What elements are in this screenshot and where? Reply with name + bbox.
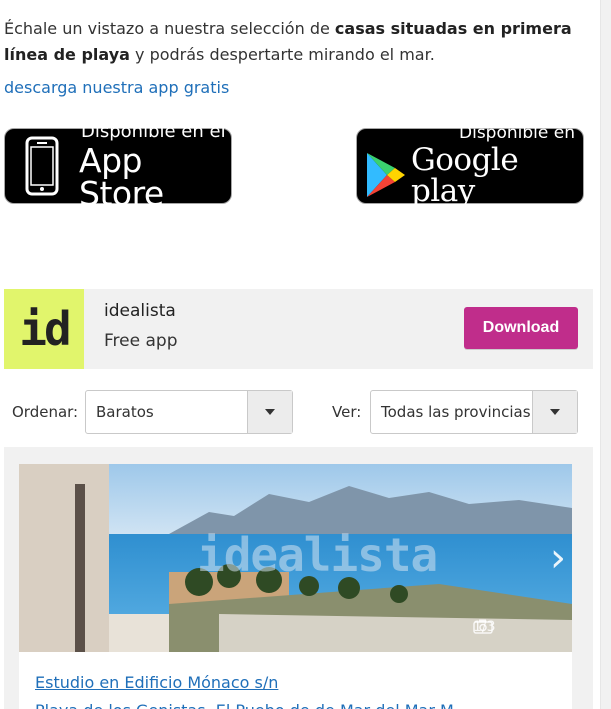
view-select-value: Todas las provincias bbox=[381, 403, 531, 421]
listing-location-link[interactable]: Playa de los Genistas, El Puebo de de Ma… bbox=[35, 701, 454, 709]
google-play-icon bbox=[367, 153, 405, 197]
chevron-down-icon bbox=[265, 409, 275, 415]
photo-watermark: idealista bbox=[197, 528, 438, 582]
intro-text-end: y podrás despertarte mirando el mar. bbox=[129, 45, 435, 64]
order-select-value: Baratos bbox=[96, 403, 154, 421]
phone-icon bbox=[25, 136, 59, 196]
page-scrollbar[interactable] bbox=[600, 0, 611, 709]
logo-text: id bbox=[19, 302, 71, 356]
intro-text: Échale un vistazo a nuestra selección de bbox=[4, 19, 335, 38]
camera-icon bbox=[473, 619, 493, 634]
download-app-link[interactable]: descarga nuestra app gratis bbox=[4, 78, 229, 97]
google-play-small-text: Disponible en bbox=[459, 123, 575, 143]
idealista-logo: id bbox=[4, 289, 84, 369]
app-name: idealista bbox=[104, 301, 176, 321]
google-play-big-text: Google play bbox=[411, 142, 519, 209]
google-play-badge[interactable]: Disponible en Google play bbox=[356, 123, 584, 209]
order-label: Ordenar: bbox=[12, 403, 79, 421]
listing-photo[interactable]: idealista › 1/3 bbox=[19, 464, 572, 652]
app-subtitle: Free app bbox=[104, 331, 178, 351]
intro-paragraph: Échale un vistazo a nuestra selección de… bbox=[4, 16, 594, 68]
app-store-big-text: App Store bbox=[79, 140, 164, 213]
photo-counter: 1/3 bbox=[473, 619, 496, 635]
order-select[interactable]: Baratos bbox=[85, 390, 293, 434]
view-dropdown-button[interactable] bbox=[532, 391, 577, 433]
download-button[interactable]: Download bbox=[464, 307, 578, 349]
next-photo-icon[interactable]: › bbox=[550, 538, 566, 578]
app-store-small-text: Disponible en el bbox=[81, 120, 226, 142]
listing-title-link[interactable]: Estudio en Edificio Mónaco s/n bbox=[35, 673, 278, 692]
order-dropdown-button[interactable] bbox=[247, 391, 292, 433]
listing-card[interactable]: idealista › 1/3 Estudio en Edificio Móna… bbox=[19, 464, 572, 709]
chevron-down-icon bbox=[550, 409, 560, 415]
app-banner: id idealista Free app Download bbox=[4, 289, 593, 369]
view-label: Ver: bbox=[332, 403, 362, 421]
app-store-badge[interactable]: Disponible en el App Store bbox=[4, 122, 232, 210]
view-select[interactable]: Todas las provincias bbox=[370, 390, 578, 434]
